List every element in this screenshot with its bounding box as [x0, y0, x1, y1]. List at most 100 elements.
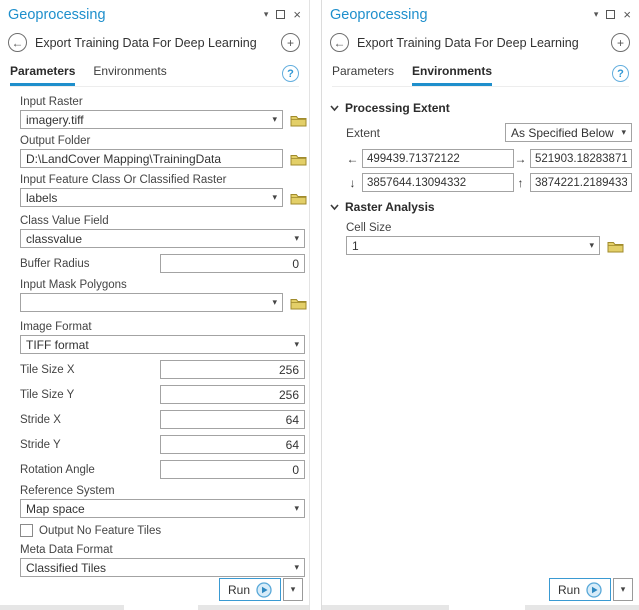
stride-x-input[interactable]	[160, 410, 305, 429]
reference-system-combobox[interactable]: Map space ▾	[20, 499, 305, 518]
buffer-radius-input[interactable]	[160, 254, 305, 273]
run-button[interactable]: Run	[549, 578, 611, 601]
extent-south-input[interactable]	[362, 173, 514, 192]
browse-folder-icon[interactable]	[290, 296, 307, 310]
back-arrow-icon: ←	[12, 37, 24, 49]
arcgis-geoprocessing-panes: Geoprocessing ▾ × ← Export Training Data…	[0, 0, 639, 610]
stride-y-input[interactable]	[160, 435, 305, 454]
horizontal-scrollbar[interactable]	[322, 605, 639, 610]
tab-environments[interactable]: Environments	[412, 64, 492, 86]
play-icon	[256, 582, 272, 598]
input-feature-class-label: Input Feature Class Or Classified Raster	[20, 174, 309, 186]
tile-size-y-input[interactable]	[160, 385, 305, 404]
rotation-angle-label: Rotation Angle	[20, 464, 160, 476]
output-no-feature-tiles-checkbox[interactable]	[20, 524, 33, 537]
tool-title: Export Training Data For Deep Learning	[35, 36, 273, 50]
extent-east-input[interactable]	[530, 149, 632, 168]
output-folder-input[interactable]	[20, 149, 283, 168]
chevron-down-icon: ▾	[621, 127, 626, 138]
run-button[interactable]: Run	[219, 578, 281, 601]
extent-label: Extent	[346, 126, 505, 140]
restore-window-icon[interactable]	[606, 10, 615, 19]
run-options-dropdown-button[interactable]: ▾	[613, 578, 633, 601]
chevron-down-icon: ▾	[291, 584, 296, 595]
input-feature-class-combobox[interactable]: labels ▾	[20, 188, 283, 207]
pane-titlebar: Geoprocessing ▾ ×	[0, 0, 309, 24]
add-to-project-button[interactable]: +	[611, 33, 630, 52]
tab-environments[interactable]: Environments	[93, 64, 166, 86]
close-pane-icon[interactable]: ×	[623, 8, 631, 21]
class-value-field-combobox[interactable]: classvalue ▾	[20, 229, 305, 248]
browse-folder-icon[interactable]	[290, 113, 307, 127]
meta-data-format-label: Meta Data Format	[20, 544, 309, 556]
tool-header: ← Export Training Data For Deep Learning…	[8, 33, 300, 52]
pane-title: Geoprocessing	[330, 7, 428, 23]
input-mask-polygons-combobox[interactable]: ▾	[20, 293, 283, 312]
tab-parameters[interactable]: Parameters	[332, 64, 394, 86]
back-arrow-icon: ←	[334, 37, 346, 49]
cell-size-combobox[interactable]: 1 ▾	[346, 236, 600, 255]
image-format-combobox[interactable]: TIFF format ▾	[20, 335, 305, 354]
chevron-down-icon: ▾	[272, 192, 277, 203]
input-mask-polygons-label: Input Mask Polygons	[20, 279, 309, 291]
run-options-dropdown-button[interactable]: ▾	[283, 578, 303, 601]
stride-x-label: Stride X	[20, 414, 160, 426]
extent-north-input[interactable]	[530, 173, 632, 192]
extent-coordinates: ← → ↓ ↑	[346, 149, 631, 192]
tool-header: ← Export Training Data For Deep Learning…	[330, 33, 630, 52]
chevron-down-icon: ▾	[294, 233, 299, 244]
stride-y-label: Stride Y	[20, 439, 160, 451]
tab-bar: Parameters Environments ?	[10, 64, 299, 87]
geoprocessing-pane-parameters: Geoprocessing ▾ × ← Export Training Data…	[0, 0, 310, 610]
horizontal-scrollbar[interactable]	[0, 605, 309, 610]
chevron-down-icon: ▾	[621, 584, 626, 595]
chevron-down-icon: ▾	[272, 297, 277, 308]
panel-gap	[310, 0, 321, 610]
plus-icon: +	[287, 37, 294, 49]
class-value-field-label: Class Value Field	[20, 215, 309, 227]
restore-window-icon[interactable]	[276, 10, 285, 19]
section-processing-extent[interactable]: Processing Extent	[330, 101, 631, 115]
help-icon[interactable]: ?	[282, 65, 299, 82]
help-icon[interactable]: ?	[612, 65, 629, 82]
tile-size-x-input[interactable]	[160, 360, 305, 379]
pane-titlebar: Geoprocessing ▾ ×	[322, 0, 639, 24]
tab-parameters[interactable]: Parameters	[10, 64, 75, 86]
reference-system-label: Reference System	[20, 485, 309, 497]
chevron-down-icon: ▾	[272, 114, 277, 125]
north-arrow-icon: ↑	[514, 176, 527, 190]
rotation-angle-input[interactable]	[160, 460, 305, 479]
back-button[interactable]: ←	[8, 33, 27, 52]
browse-folder-icon[interactable]	[290, 191, 307, 205]
pane-menu-caret-icon[interactable]: ▾	[594, 10, 599, 19]
chevron-down-icon: ▾	[589, 240, 594, 251]
close-pane-icon[interactable]: ×	[293, 8, 301, 21]
south-arrow-icon: ↓	[346, 176, 359, 190]
add-to-project-button[interactable]: +	[281, 33, 300, 52]
tab-bar: Parameters Environments ?	[332, 64, 629, 87]
west-arrow-icon: ←	[346, 152, 359, 166]
tile-size-y-label: Tile Size Y	[20, 389, 160, 401]
geoprocessing-pane-environments: Geoprocessing ▾ × ← Export Training Data…	[321, 0, 639, 610]
extent-mode-combobox[interactable]: As Specified Below ▾	[505, 123, 632, 142]
input-raster-label: Input Raster	[20, 96, 309, 108]
browse-folder-icon[interactable]	[290, 152, 307, 166]
tool-title: Export Training Data For Deep Learning	[357, 36, 603, 50]
meta-data-format-combobox[interactable]: Classified Tiles ▾	[20, 558, 305, 577]
input-raster-combobox[interactable]: imagery.tiff ▾	[20, 110, 283, 129]
east-arrow-icon: →	[514, 152, 527, 166]
tile-size-x-label: Tile Size X	[20, 364, 160, 376]
chevron-down-icon: ▾	[294, 562, 299, 573]
output-no-feature-tiles-row: Output No Feature Tiles	[20, 524, 309, 537]
browse-folder-icon[interactable]	[607, 239, 624, 253]
run-button-group: Run ▾	[219, 578, 303, 601]
cell-size-label: Cell Size	[346, 222, 631, 234]
run-button-group: Run ▾	[549, 578, 633, 601]
back-button[interactable]: ←	[330, 33, 349, 52]
extent-west-input[interactable]	[362, 149, 514, 168]
play-icon	[586, 582, 602, 598]
section-raster-analysis[interactable]: Raster Analysis	[330, 200, 631, 214]
pane-title: Geoprocessing	[8, 7, 106, 23]
pane-menu-caret-icon[interactable]: ▾	[264, 10, 269, 19]
chevron-down-icon	[330, 104, 339, 113]
